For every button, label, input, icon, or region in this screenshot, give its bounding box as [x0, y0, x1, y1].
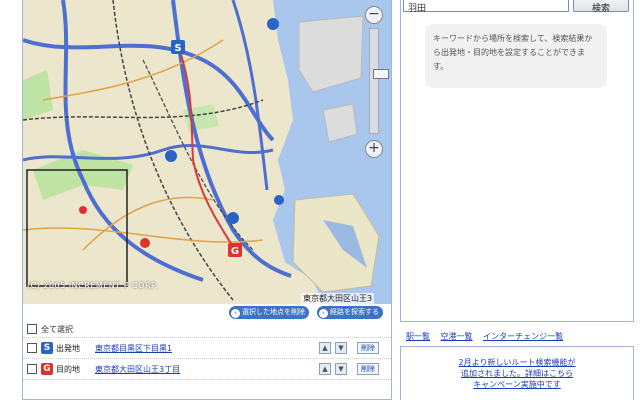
svg-text:G: G [231, 246, 239, 257]
airport-list-link[interactable]: 空港一覧 [441, 332, 473, 341]
delete-start-button[interactable]: 削除 [357, 342, 379, 354]
move-up-button[interactable]: ▲ [319, 363, 331, 375]
map-action-bar: › 選択した地点を削除 › 経路を探索する [23, 304, 391, 320]
delete-selected-points-label: 選択した地点を削除 [242, 308, 305, 316]
svg-text:S: S [174, 43, 181, 54]
route-planner-page: S G − + (C) 2005 INCREMENT P CORP. 東京都大田… [0, 0, 640, 400]
select-all-row: 全て選択 [23, 322, 391, 338]
news-link[interactable]: キャンペーン実施中です [401, 379, 633, 390]
start-point-checkbox[interactable] [27, 343, 37, 353]
route-point-goal: G 目的地 東京都大田区山王3丁目 ▲ ▼ 削除 [23, 359, 391, 380]
goal-point-checkbox[interactable] [27, 364, 37, 374]
map-image[interactable]: S G [23, 0, 391, 304]
search-panel: 羽田 検索 キーワードから場所を検索して、検索結果から出発地・目的地を設定するこ… [400, 0, 634, 322]
map-view[interactable]: S G − + (C) 2005 INCREMENT P CORP. 東京都大田… [23, 0, 391, 304]
interchange-list-link[interactable]: インターチェンジ一覧 [483, 332, 563, 341]
move-down-button[interactable]: ▼ [335, 363, 347, 375]
move-up-button[interactable]: ▲ [319, 342, 331, 354]
zoom-in-button[interactable]: − [365, 6, 383, 24]
arrow-icon: › [231, 309, 240, 318]
quick-links: 駅一覧 空港一覧 インターチェンジ一覧 [406, 331, 571, 342]
move-down-button[interactable]: ▼ [335, 342, 347, 354]
zoom-slider-track[interactable] [369, 28, 389, 134]
start-point-type: 出発地 [56, 344, 80, 353]
select-all-label: 全て選択 [41, 325, 73, 334]
search-route-button[interactable]: › 経路を探索する [317, 306, 383, 319]
zoom-slider-thumb[interactable] [373, 69, 389, 79]
map-location-label: 東京都大田区山王3 [301, 293, 375, 304]
map-panel: S G − + (C) 2005 INCREMENT P CORP. 東京都大田… [22, 0, 392, 400]
delete-selected-points-button[interactable]: › 選択した地点を削除 [229, 306, 309, 319]
arrow-icon: › [319, 309, 328, 318]
delete-goal-button[interactable]: 削除 [357, 363, 379, 375]
route-point-list: 全て選択 S 出発地 東京都目黒区下目黒1 ▲ ▼ 削除 G 目的地 東京都大田… [23, 322, 391, 380]
news-panel: 2月より新しいルート検索機能が 追加されました。詳細はこちら キャンペーン実施中… [400, 346, 634, 400]
goal-point-address-link[interactable]: 東京都大田区山王3丁目 [95, 364, 180, 375]
news-link[interactable]: 追加されました。詳細はこちら [401, 368, 633, 379]
zoom-out-button[interactable]: + [365, 140, 383, 158]
search-route-label: 経路を探索する [330, 308, 379, 316]
goal-point-type: 目的地 [56, 365, 80, 374]
select-all-checkbox[interactable] [27, 324, 37, 334]
news-link[interactable]: 2月より新しいルート検索機能が [401, 357, 633, 368]
start-point-address-link[interactable]: 東京都目黒区下目黒1 [95, 343, 172, 354]
start-badge-icon: S [41, 342, 53, 354]
zoom-control: − + [363, 4, 389, 162]
map-copyright: (C) 2005 INCREMENT P CORP. [27, 281, 159, 290]
search-hint-text: キーワードから場所を検索して、検索結果から出発地・目的地を設定することができます… [425, 24, 607, 88]
search-input[interactable]: 羽田 [403, 0, 569, 14]
goal-badge-icon: G [41, 363, 53, 375]
route-point-start: S 出発地 東京都目黒区下目黒1 ▲ ▼ 削除 [23, 338, 391, 359]
search-button[interactable]: 検索 [573, 0, 629, 14]
station-list-link[interactable]: 駅一覧 [406, 332, 430, 341]
